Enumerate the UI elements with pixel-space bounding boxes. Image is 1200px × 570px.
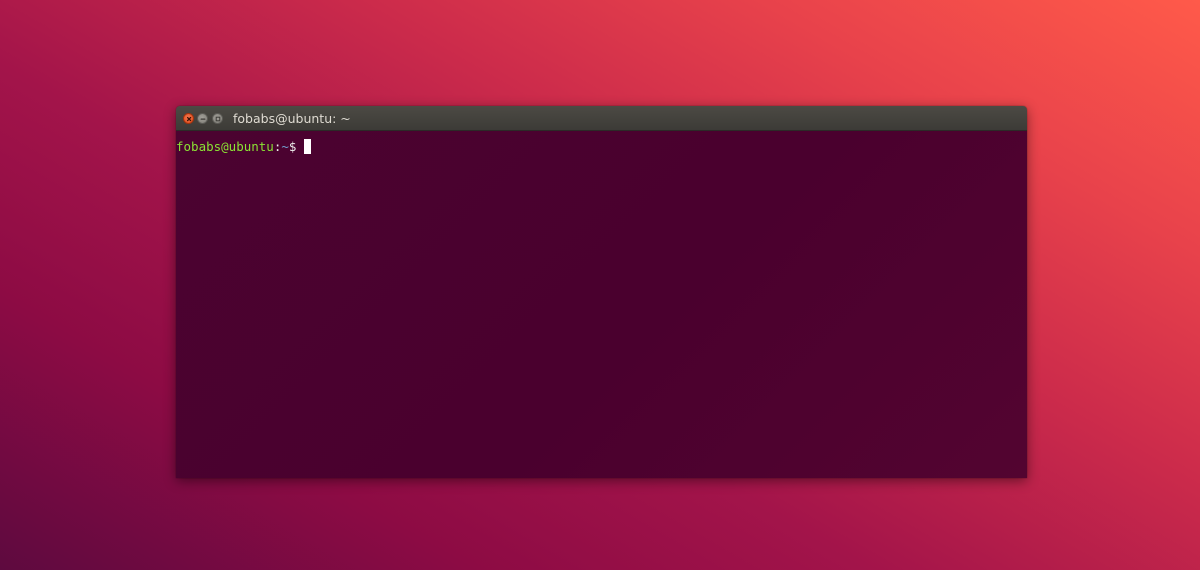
prompt-line: fobabs@ubuntu:~$ xyxy=(176,139,312,155)
prompt-symbol: $ xyxy=(288,139,297,154)
terminal-body[interactable]: fobabs@ubuntu:~$ xyxy=(176,131,1027,478)
maximize-button[interactable] xyxy=(212,113,223,124)
text-cursor xyxy=(304,139,312,154)
minimize-button[interactable] xyxy=(197,113,208,124)
maximize-icon xyxy=(215,116,221,122)
close-icon xyxy=(186,116,192,122)
prompt-path: ~ xyxy=(281,139,289,154)
terminal-window[interactable]: fobabs@ubuntu: ~ fobabs@ubuntu:~$ xyxy=(176,106,1027,478)
window-title: fobabs@ubuntu: ~ xyxy=(233,111,351,126)
title-bar[interactable]: fobabs@ubuntu: ~ xyxy=(176,106,1027,131)
close-button[interactable] xyxy=(183,113,194,124)
minimize-icon xyxy=(200,118,206,120)
prompt-user-host: fobabs@ubuntu xyxy=(176,139,274,154)
